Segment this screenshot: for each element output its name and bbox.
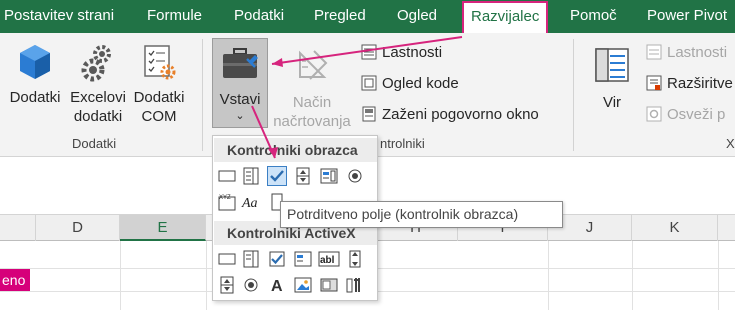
arrow-head: [268, 147, 278, 158]
arrow-head: [272, 58, 283, 67]
annotation-arrows: [251, 36, 463, 159]
arrow-tab-to-vstavi: [271, 36, 463, 65]
excel-window: { "tabs": [ {"label": "Postavitev strani…: [0, 0, 735, 310]
